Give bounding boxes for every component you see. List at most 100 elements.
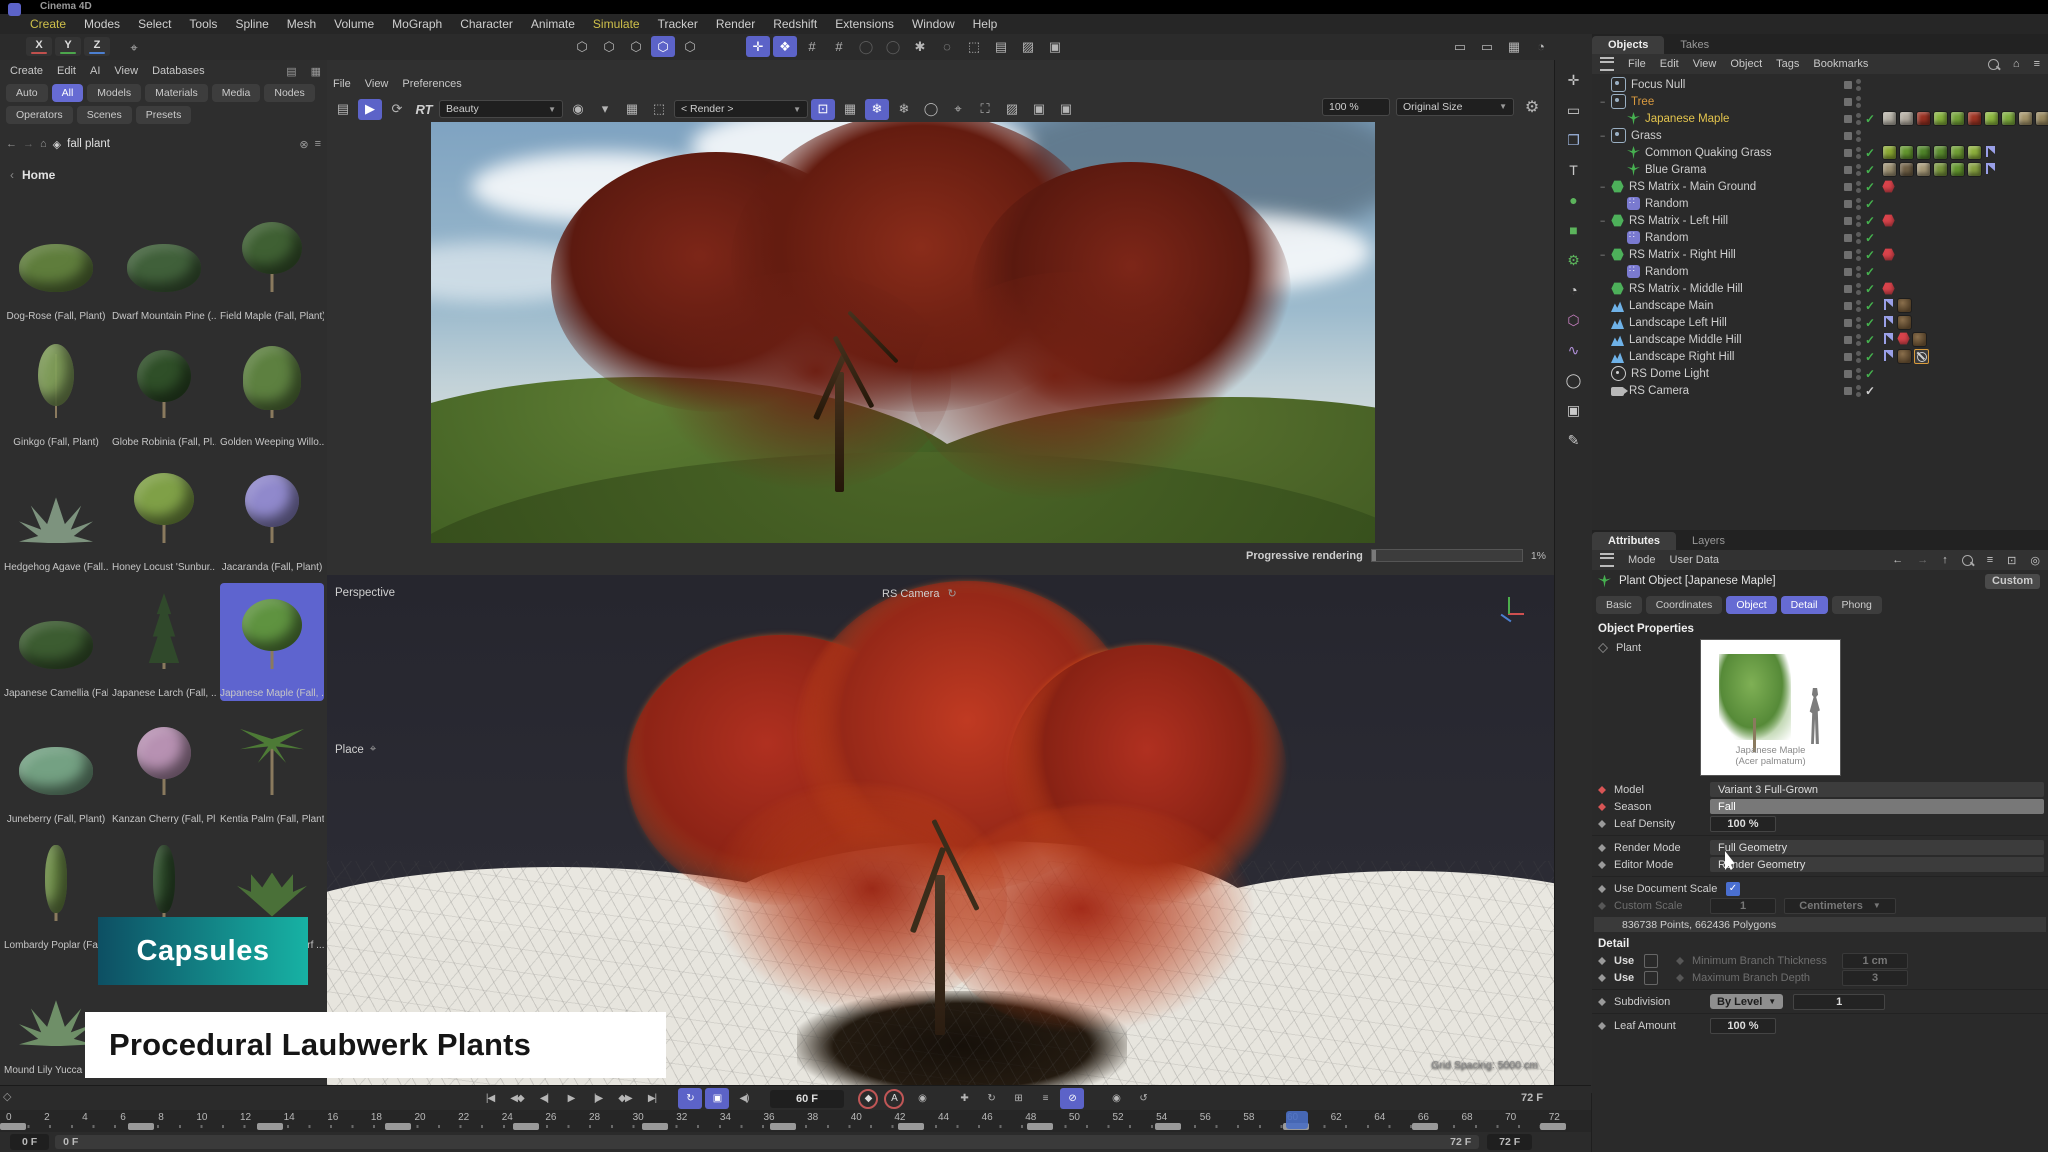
palette-tool-icon[interactable]: ✛ — [1561, 68, 1587, 92]
enabled-check-icon[interactable]: ✓ — [1865, 231, 1878, 245]
render-toolbar-icon[interactable]: ⬚ — [647, 99, 671, 120]
visibility-dots[interactable] — [1856, 368, 1861, 380]
search-input[interactable]: fall plant — [67, 138, 293, 150]
use-document-scale-checkbox[interactable]: ✓ — [1726, 882, 1740, 896]
om-menu-item[interactable]: Edit — [1660, 58, 1679, 70]
object-tree-row[interactable]: − RS Matrix - Left Hill ✓ — [1592, 212, 2048, 229]
max-branch-use-checkbox[interactable] — [1644, 971, 1658, 985]
keyframe-marker[interactable] — [1027, 1123, 1053, 1130]
plant-asset-tile[interactable]: Hedgehog Agave (Fall... — [4, 457, 108, 575]
object-tag[interactable] — [1950, 162, 1965, 177]
object-name[interactable]: Grass — [1631, 130, 1662, 142]
object-name[interactable]: RS Dome Light — [1631, 368, 1709, 380]
render-view-menu-item[interactable]: Preferences — [402, 78, 461, 90]
plant-asset-tile[interactable]: Dog-Rose (Fall, Plant) — [4, 206, 108, 324]
keyframe-marker[interactable] — [770, 1123, 796, 1130]
render-toolbar-icon[interactable]: ⛶ — [973, 99, 997, 120]
palette-tool-icon[interactable]: ⚙ — [1561, 248, 1587, 272]
enabled-check-icon[interactable]: ✓ — [1865, 282, 1878, 296]
attribute-tab-chip[interactable]: Coordinates — [1646, 596, 1723, 614]
render-mode-dropdown[interactable]: Full Geometry — [1710, 840, 2044, 855]
object-tag[interactable] — [1897, 298, 1912, 313]
viewport-title[interactable]: Perspective — [335, 587, 395, 599]
layer-chip[interactable] — [1844, 200, 1852, 208]
object-name[interactable]: Random — [1645, 266, 1688, 278]
object-tag[interactable] — [2001, 111, 2016, 126]
browser-menu-item[interactable]: AI — [90, 65, 100, 77]
filter-chip[interactable]: Operators — [6, 106, 73, 124]
home-icon[interactable]: ⌂ — [40, 138, 47, 150]
plant-asset-tile[interactable]: Field Maple (Fall, Plant) — [220, 206, 324, 324]
object-name[interactable]: RS Matrix - Main Ground — [1629, 181, 1756, 193]
layer-chip[interactable] — [1844, 319, 1852, 327]
subdivision-mode-dropdown[interactable]: By Level▼ — [1710, 994, 1783, 1009]
layer-chip[interactable] — [1844, 149, 1852, 157]
range-end-field[interactable]: 72 F — [1487, 1134, 1532, 1150]
object-tag[interactable] — [1882, 214, 1895, 227]
enabled-check-icon[interactable]: ✓ — [1865, 367, 1878, 381]
object-tree-row[interactable]: Focus Null ✓ — [1592, 76, 2048, 93]
plant-asset-tile[interactable]: Kentia Palm (Fall, Plant) — [220, 709, 324, 827]
layout-icon[interactable]: ▭ — [1475, 36, 1499, 57]
season-dropdown[interactable]: Fall — [1710, 799, 2044, 814]
filter-chip[interactable]: Models — [87, 84, 141, 102]
layer-chip[interactable] — [1844, 81, 1852, 89]
object-name[interactable]: RS Matrix - Middle Hill — [1629, 283, 1743, 295]
object-name[interactable]: Random — [1645, 232, 1688, 244]
layer-chip[interactable] — [1844, 132, 1852, 140]
object-tree-row[interactable]: Landscape Middle Hill ✓ — [1592, 331, 2048, 348]
keyframe-marker[interactable] — [385, 1123, 411, 1130]
object-tree-row[interactable]: − RS Matrix - Right Hill ✓ — [1592, 246, 2048, 263]
visibility-dots[interactable] — [1856, 130, 1861, 142]
visibility-dots[interactable] — [1856, 300, 1861, 312]
toolbar-icon[interactable]: ◯ — [881, 36, 905, 57]
expander-icon[interactable]: − — [1600, 97, 1611, 107]
object-tag[interactable] — [1916, 111, 1931, 126]
search-icon[interactable] — [1962, 555, 1973, 566]
object-tag[interactable] — [1882, 315, 1895, 328]
object-tag[interactable] — [2035, 111, 2048, 126]
keyframe-marker[interactable] — [1155, 1123, 1181, 1130]
layer-chip[interactable] — [1844, 285, 1852, 293]
object-tag[interactable] — [1882, 282, 1895, 295]
range-slider[interactable]: 0 F 72 F — [55, 1135, 1479, 1149]
lock-icon[interactable]: ⊡ — [2007, 554, 2016, 567]
render-view-menu-item[interactable]: File — [333, 78, 351, 90]
keying-option-button[interactable]: ↻ — [979, 1088, 1003, 1109]
forward-arrow-icon[interactable]: → — [23, 138, 34, 150]
search-icon[interactable] — [1988, 59, 1999, 70]
render-toolbar-icon[interactable]: ▦ — [620, 99, 644, 120]
render-toolbar-icon[interactable]: ▦ — [838, 99, 862, 120]
layer-chip[interactable] — [1844, 251, 1852, 259]
filter-chip[interactable]: Scenes — [77, 106, 132, 124]
editor-mode-dropdown[interactable]: Render Geometry — [1710, 857, 2044, 872]
filter-chip[interactable]: Media — [212, 84, 261, 102]
menu-item[interactable]: Mesh — [287, 17, 316, 31]
object-tag[interactable] — [1899, 162, 1914, 177]
layer-chip[interactable] — [1844, 370, 1852, 378]
leaf-density-field[interactable]: 100 % — [1710, 816, 1776, 832]
timeline-expand-icon[interactable]: ◇ — [3, 1090, 11, 1103]
visibility-dots[interactable] — [1856, 249, 1861, 261]
anim-diamond-icon[interactable] — [1598, 803, 1606, 811]
panel-tab[interactable]: Layers — [1676, 532, 1741, 550]
simulation-capsule-icon[interactable]: ⬡ — [597, 36, 621, 57]
coordinate-system-icon[interactable]: ⌖ — [122, 37, 146, 58]
plant-preview-card[interactable]: Japanese Maple (Acer palmatum) — [1700, 639, 1841, 776]
object-name[interactable]: Tree — [1631, 96, 1654, 108]
render-toolbar-icon[interactable]: ❄ — [892, 99, 916, 120]
keying-extra-button[interactable]: ↺ — [1131, 1088, 1155, 1109]
plant-asset-tile[interactable]: Kanzan Cherry (Fall, Pl... — [112, 709, 216, 827]
keying-option-button[interactable]: ✚ — [952, 1088, 976, 1109]
keyframe-marker[interactable] — [0, 1123, 26, 1130]
render-toolbar-icon[interactable]: ▤ — [331, 99, 355, 120]
object-tag[interactable] — [1916, 145, 1931, 160]
render-toolbar-icon[interactable]: ▣ — [1054, 99, 1078, 120]
menu-item[interactable]: Create — [30, 17, 66, 31]
layer-chip[interactable] — [1844, 166, 1852, 174]
plant-asset-tile[interactable]: Dwarf Mountain Pine (... — [112, 206, 216, 324]
layer-chip[interactable] — [1844, 115, 1852, 123]
zoom-field[interactable]: 100 % — [1322, 98, 1390, 116]
transport-button[interactable]: ◀◆ — [505, 1088, 529, 1109]
filter-chip[interactable]: Presets — [136, 106, 192, 124]
